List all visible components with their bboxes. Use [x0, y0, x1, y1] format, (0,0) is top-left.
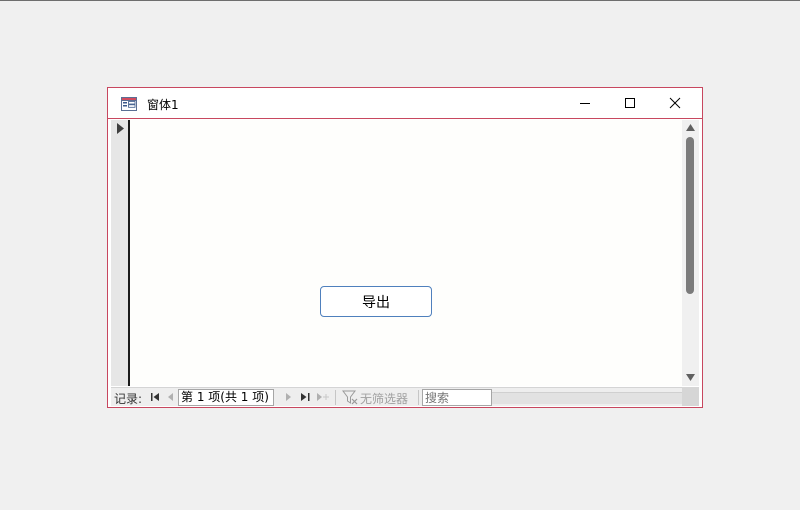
- minimize-button[interactable]: [562, 88, 608, 118]
- vertical-scroll-thumb[interactable]: [686, 137, 694, 294]
- filter-status-label[interactable]: 无筛选器: [360, 390, 408, 407]
- current-record-arrow-icon: [117, 123, 124, 134]
- form-window: 窗体1 导出 记录: 第 1 项(共 1 项) 无筛选器 搜索: [107, 87, 703, 408]
- record-navigation-bar: 记录: 第 1 项(共 1 项) 无筛选器: [111, 387, 682, 406]
- previous-record-icon[interactable]: [168, 393, 174, 401]
- scroll-down-arrow-icon[interactable]: [686, 374, 695, 381]
- maximize-button[interactable]: [607, 88, 653, 118]
- first-record-icon[interactable]: [151, 393, 160, 401]
- no-filter-icon[interactable]: [342, 390, 358, 405]
- form-detail-section: 导出: [130, 120, 682, 386]
- scrollbar-corner: [682, 387, 699, 406]
- export-button[interactable]: 导出: [320, 286, 432, 317]
- close-button[interactable]: [652, 88, 698, 118]
- nav-separator: [335, 390, 336, 405]
- minimize-icon: [580, 103, 590, 104]
- window-title: 窗体1: [147, 98, 179, 112]
- new-record-icon[interactable]: [317, 393, 329, 401]
- record-label: 记录:: [114, 392, 143, 406]
- form-icon: [121, 96, 137, 111]
- search-input[interactable]: [422, 389, 492, 406]
- maximize-icon: [625, 98, 635, 108]
- screen-top-line: [0, 0, 800, 1]
- close-icon: [669, 97, 681, 109]
- record-selector[interactable]: [111, 120, 130, 386]
- horizontal-scrollbar[interactable]: [492, 392, 682, 404]
- nav-separator: [418, 390, 419, 405]
- title-bar[interactable]: 窗体1: [108, 88, 702, 119]
- last-record-icon[interactable]: [301, 393, 310, 401]
- vertical-scrollbar[interactable]: [682, 120, 699, 386]
- next-record-icon[interactable]: [286, 393, 292, 401]
- current-record-field[interactable]: 第 1 项(共 1 项): [178, 389, 274, 406]
- scroll-up-arrow-icon[interactable]: [686, 124, 695, 131]
